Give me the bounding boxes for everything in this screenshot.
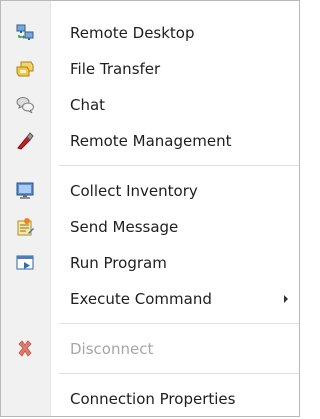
chat-icon (15, 95, 35, 115)
send-message-icon (15, 217, 35, 237)
menu-item-label: Chat (70, 96, 106, 114)
context-menu: Remote Desktop File Transfer Chat Remote… (0, 0, 300, 417)
disconnect-icon (15, 339, 35, 359)
collect-inventory-icon (15, 181, 35, 201)
menu-item-label: Connection Properties (70, 390, 236, 408)
menu-item-label: Disconnect (70, 340, 154, 358)
menu-item-connection-properties[interactable]: Connection Properties (1, 381, 299, 416)
menu-item-remote-management[interactable]: Remote Management (1, 123, 299, 159)
menu-item-send-message[interactable]: Send Message (1, 209, 299, 245)
menu-item-label: Remote Management (70, 132, 232, 150)
menu-item-label: File Transfer (70, 60, 161, 78)
menu-item-collect-inventory[interactable]: Collect Inventory (1, 173, 299, 209)
menu-item-chat[interactable]: Chat (1, 87, 299, 123)
menu-item-run-program[interactable]: Run Program (1, 245, 299, 281)
menu-item-disconnect: Disconnect (1, 331, 299, 367)
menu-item-label: Send Message (70, 218, 179, 236)
submenu-arrow-icon (284, 295, 288, 303)
menu-item-remote-desktop[interactable]: Remote Desktop (1, 15, 299, 51)
remote-management-icon (15, 131, 35, 151)
menu-separator (59, 373, 299, 374)
menu-item-label: Run Program (70, 254, 167, 272)
menu-item-execute-command[interactable]: Execute Command (1, 281, 299, 317)
menu-item-label: Collect Inventory (70, 182, 198, 200)
run-program-icon (15, 253, 35, 273)
menu-separator (59, 323, 299, 324)
menu-item-label: Remote Desktop (70, 24, 195, 42)
menu-separator (59, 165, 299, 166)
remote-desktop-icon (15, 23, 35, 43)
menu-item-file-transfer[interactable]: File Transfer (1, 51, 299, 87)
menu-item-label: Execute Command (70, 290, 212, 308)
file-transfer-icon (15, 59, 35, 79)
